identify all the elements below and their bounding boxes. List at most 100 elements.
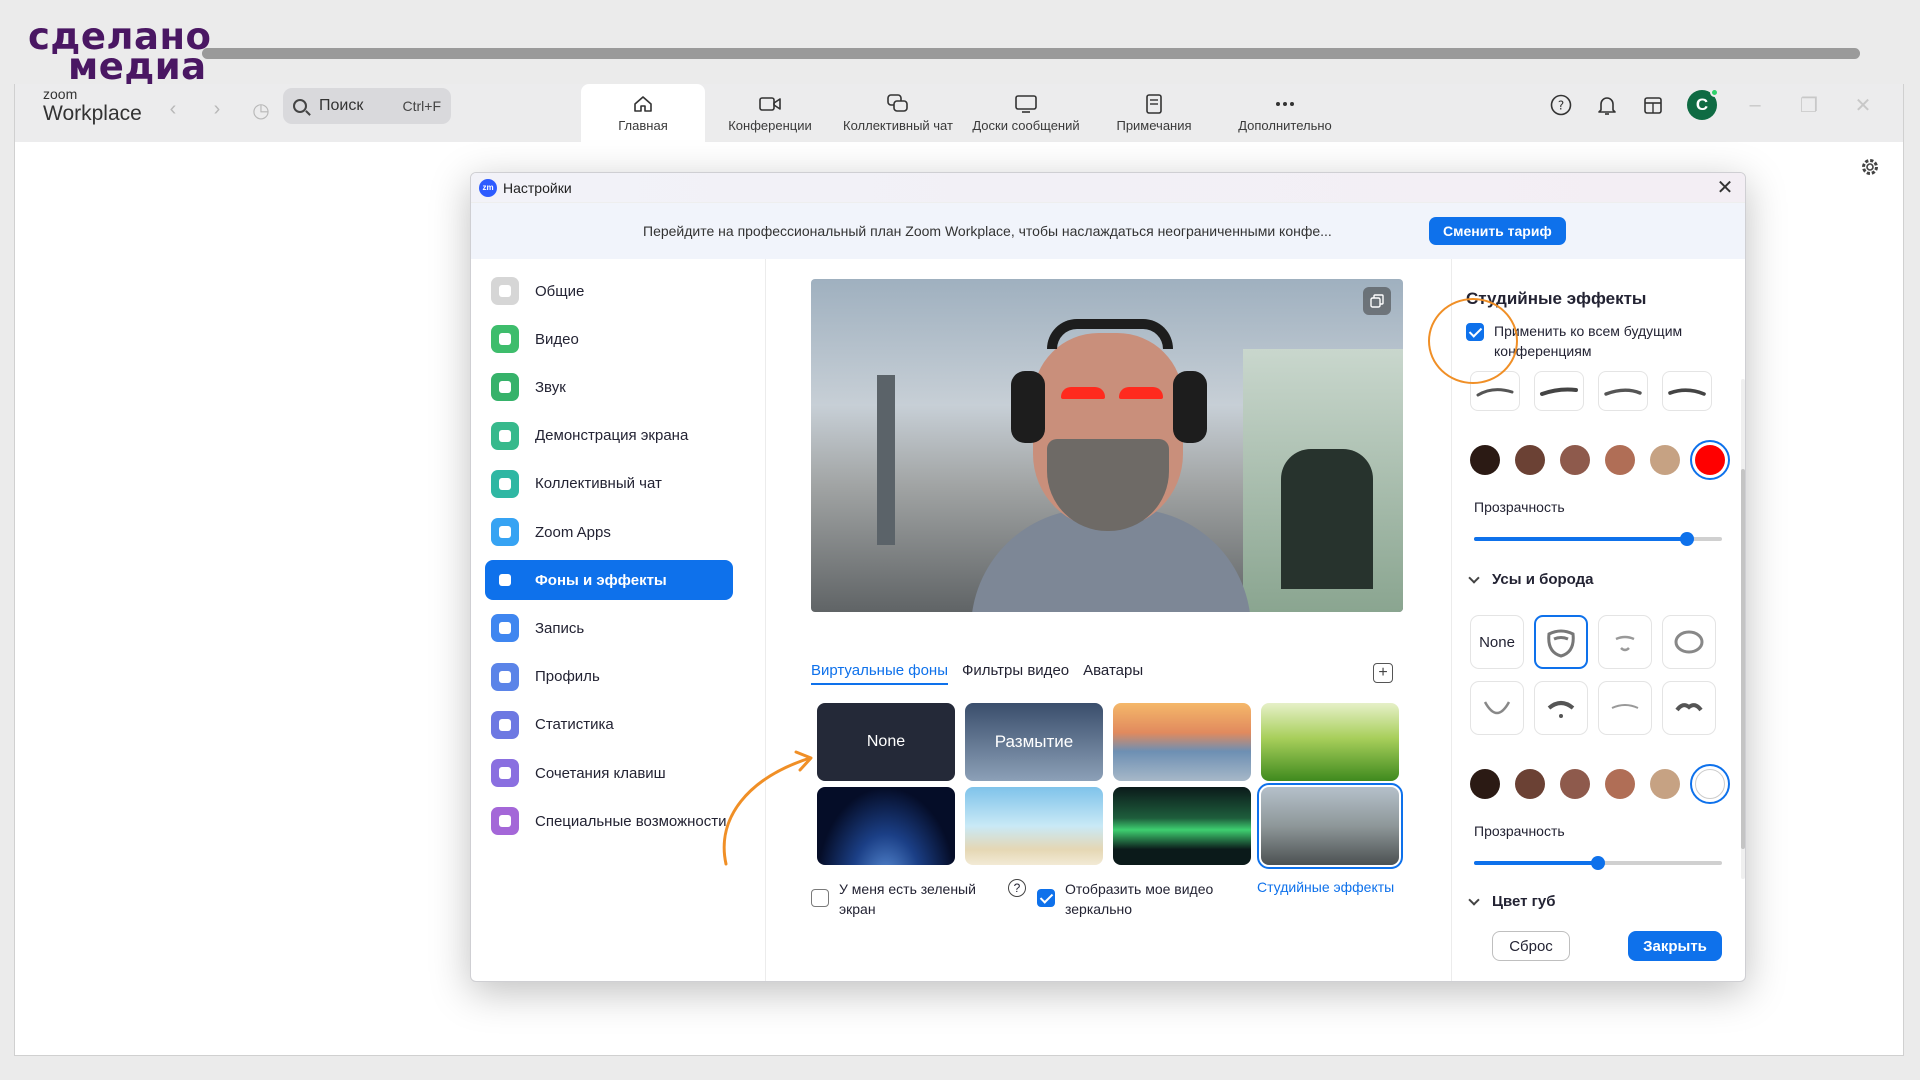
sidebar-glyph xyxy=(499,381,511,394)
sidebar-glyph xyxy=(499,526,511,538)
beard-none-option[interactable]: None xyxy=(1470,615,1524,669)
tab-more[interactable]: Дополнительно xyxy=(1217,84,1353,142)
sidebar-item[interactable]: Специальные возможности xyxy=(485,801,733,841)
forward-arrow-icon[interactable]: › xyxy=(205,98,229,123)
restore-icon[interactable]: ❐ xyxy=(1793,93,1825,118)
sidebar-item[interactable]: Общие xyxy=(485,271,733,311)
minimize-icon[interactable]: – xyxy=(1739,94,1771,117)
tab-team-chat-label: Коллективный чат xyxy=(843,117,953,133)
beard-style-option[interactable] xyxy=(1598,681,1652,735)
beard-section-header[interactable]: Усы и борода xyxy=(1468,571,1594,588)
background-option-none[interactable]: None xyxy=(817,703,955,781)
add-background-icon[interactable]: + xyxy=(1373,663,1393,683)
beard-color-swatch[interactable] xyxy=(1605,769,1635,799)
lips-section-header[interactable]: Цвет губ xyxy=(1468,893,1556,910)
background-option-grass[interactable] xyxy=(1261,703,1399,781)
eyebrow-shape-option[interactable] xyxy=(1598,371,1648,411)
sidebar-item[interactable]: Демонстрация экрана xyxy=(485,416,733,456)
eyebrow-color-swatch[interactable] xyxy=(1605,445,1635,475)
eyebrow-shape-option[interactable] xyxy=(1534,371,1584,411)
help-icon[interactable]: ? xyxy=(1008,879,1026,897)
logo-zoom: zoom xyxy=(43,86,78,102)
sidebar-item-label: Фоны и эффекты xyxy=(535,571,667,589)
dialog-close-icon[interactable]: ✕ xyxy=(1713,175,1737,200)
background-option-beach[interactable] xyxy=(965,787,1103,865)
preview-headphone-right xyxy=(1173,371,1207,443)
background-option-bridge[interactable] xyxy=(1113,703,1251,781)
eyebrow-color-swatch[interactable] xyxy=(1560,445,1590,475)
beard-color-swatch[interactable] xyxy=(1470,769,1500,799)
beard-opacity-slider[interactable] xyxy=(1474,856,1722,870)
sidebar-glyph xyxy=(499,767,511,779)
sidebar-item[interactable]: Запись xyxy=(485,608,733,648)
beard-color-swatch[interactable] xyxy=(1690,764,1730,804)
tab-meetings-label: Конференции xyxy=(728,117,812,133)
beard-style-option[interactable] xyxy=(1534,681,1588,735)
tab-video-filters[interactable]: Фильтры видео xyxy=(962,662,1069,685)
preview-headphone-left xyxy=(1011,371,1045,443)
eyebrow-shape-option[interactable] xyxy=(1662,371,1712,411)
slider-knob[interactable] xyxy=(1680,532,1695,546)
tab-team-chat[interactable]: Коллективный чат xyxy=(835,84,961,142)
tab-home[interactable]: Главная xyxy=(581,84,705,142)
calendar-icon[interactable] xyxy=(1641,93,1665,117)
mirror-checkbox[interactable] xyxy=(1037,889,1055,907)
gear-icon[interactable] xyxy=(1859,156,1881,183)
eyebrow-color-swatch[interactable] xyxy=(1470,445,1500,475)
sidebar-item[interactable]: Профиль xyxy=(485,657,733,697)
swap-camera-icon[interactable] xyxy=(1363,287,1391,315)
sidebar-item[interactable]: Фоны и эффекты xyxy=(485,560,733,601)
user-avatar[interactable]: С xyxy=(1687,88,1719,120)
reset-button[interactable]: Сброс xyxy=(1492,931,1570,961)
beard-style-option[interactable] xyxy=(1662,615,1716,669)
bell-icon[interactable] xyxy=(1595,93,1619,117)
window-close-icon[interactable]: ✕ xyxy=(1847,93,1879,118)
sidebar-item[interactable]: Видео xyxy=(485,319,733,359)
help-circle-icon[interactable]: ? xyxy=(1549,93,1573,117)
beard-style-option[interactable] xyxy=(1534,615,1588,669)
close-button[interactable]: Закрыть xyxy=(1628,931,1722,961)
back-arrow-icon[interactable]: ‹ xyxy=(161,98,185,123)
eyebrow-color-swatch[interactable] xyxy=(1650,445,1680,475)
eyebrow-color-swatch[interactable] xyxy=(1690,440,1730,480)
scrollbar-thumb[interactable] xyxy=(1741,469,1745,849)
background-label: Размытие xyxy=(994,732,1074,751)
green-screen-checkbox[interactable] xyxy=(811,889,829,907)
beard-style-option[interactable] xyxy=(1470,681,1524,735)
sidebar-item[interactable]: Статистика xyxy=(485,705,733,745)
tab-virtual-backgrounds[interactable]: Виртуальные фоны xyxy=(811,662,948,685)
background-option-blur[interactable]: Размытие xyxy=(965,703,1103,781)
sidebar-item[interactable]: Zoom Apps xyxy=(485,512,733,552)
beard-style-option[interactable] xyxy=(1662,681,1716,735)
slider-knob[interactable] xyxy=(1591,856,1605,870)
beard-color-swatch[interactable] xyxy=(1650,769,1680,799)
background-option-photo[interactable] xyxy=(1257,783,1403,869)
beard-color-swatch[interactable] xyxy=(1515,769,1545,799)
tab-notes[interactable]: Примечания xyxy=(1091,84,1217,142)
tab-meetings[interactable]: Конференции xyxy=(705,84,835,142)
studio-effects-link[interactable]: Студийные эффекты xyxy=(1257,879,1394,895)
history-icon[interactable]: ◷ xyxy=(249,98,273,123)
sidebar-item[interactable]: Звук xyxy=(485,367,733,407)
sidebar-glyph xyxy=(499,429,511,442)
tab-message-boards[interactable]: Доски сообщений xyxy=(961,84,1091,142)
camera-preview xyxy=(811,279,1403,612)
search-box[interactable]: Поиск Ctrl+F xyxy=(283,88,451,124)
beard-style-option[interactable] xyxy=(1598,615,1652,669)
beard-none-label: None xyxy=(1479,633,1515,651)
sidebar-item-label: Общие xyxy=(535,282,585,300)
eyebrow-colors xyxy=(1470,440,1730,480)
tab-avatars[interactable]: Аватары xyxy=(1083,662,1143,685)
background-option-earth[interactable] xyxy=(817,787,955,865)
video-progress-bar[interactable] xyxy=(202,48,1860,59)
eyebrow-color-swatch[interactable] xyxy=(1515,445,1545,475)
eyebrow-opacity-slider[interactable] xyxy=(1474,532,1722,546)
studio-panel-scrollbar[interactable] xyxy=(1741,379,1745,879)
sidebar-item[interactable]: Сочетания клавиш xyxy=(485,753,733,793)
nav-arrows: ‹ › ◷ xyxy=(161,98,273,123)
sidebar-item[interactable]: Коллективный чат xyxy=(485,464,733,504)
upgrade-button[interactable]: Сменить тариф xyxy=(1429,217,1566,245)
sidebar-item-label: Профиль xyxy=(535,668,600,686)
background-option-aurora[interactable] xyxy=(1113,787,1251,865)
beard-color-swatch[interactable] xyxy=(1560,769,1590,799)
